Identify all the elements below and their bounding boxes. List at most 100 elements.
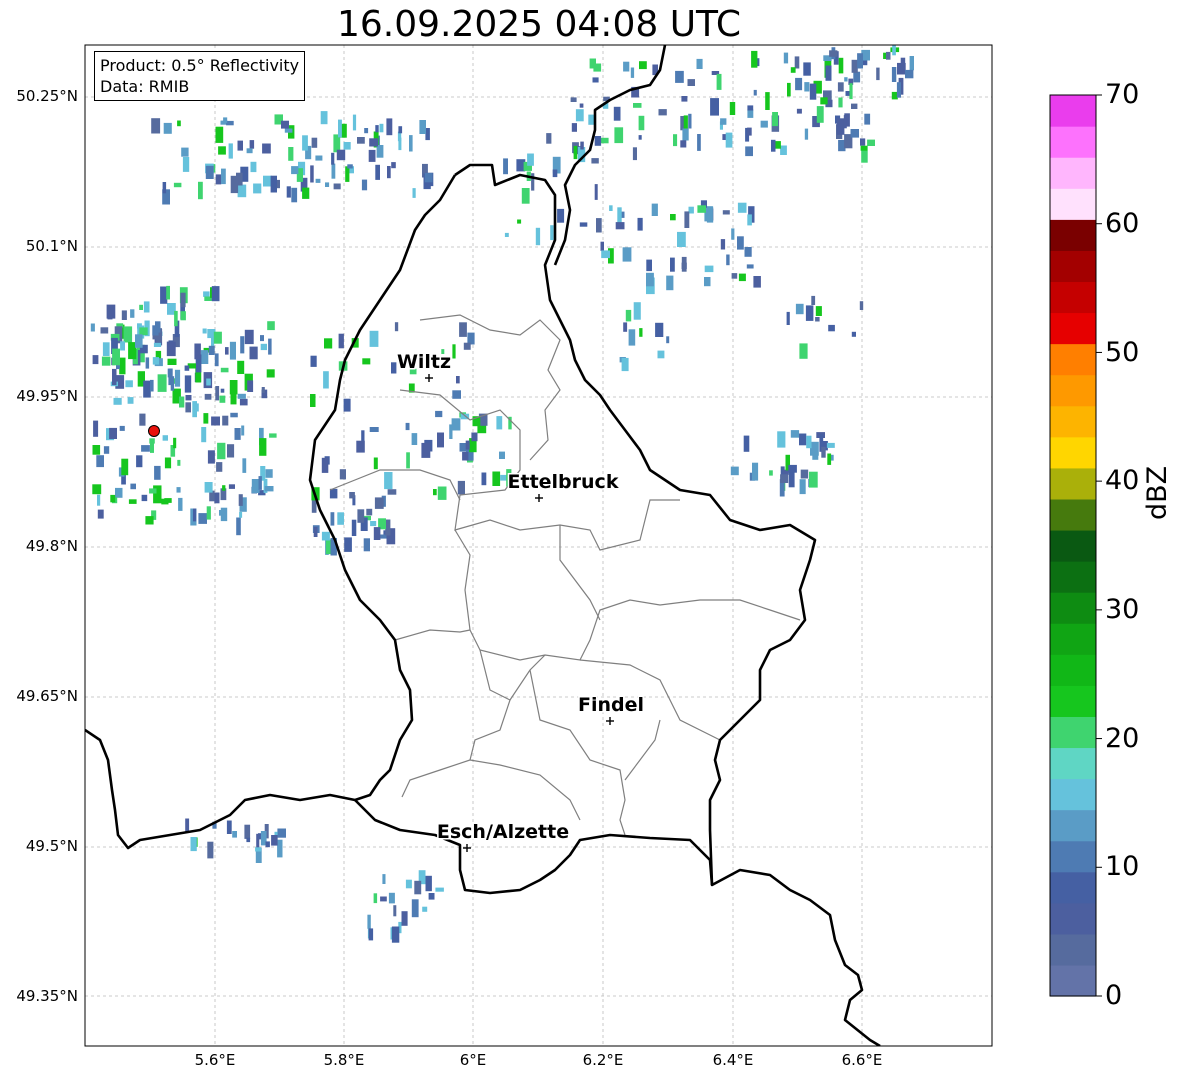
colorbar-tick: 50: [1105, 337, 1140, 368]
radar-echo-cell: [815, 306, 822, 316]
lat-tick: 50.25°N: [16, 87, 78, 105]
radar-echo-cell: [161, 498, 169, 505]
colorbar-step: [1050, 778, 1096, 811]
radar-echo-cell: [388, 892, 395, 904]
radar-echo-cell: [112, 348, 120, 366]
radar-echo-cell: [780, 474, 789, 483]
radar-echo-cell: [720, 118, 727, 125]
radar-echo-cell: [230, 386, 237, 405]
radar-echo-cell: [92, 445, 101, 455]
radar-echo-cell: [428, 893, 435, 900]
radar-echo-cell: [379, 123, 384, 133]
info-source: Data: RMIB: [100, 77, 190, 96]
radar-echo-cell: [630, 67, 635, 78]
radar-echo-cell: [214, 353, 219, 367]
radar-echo-cell: [376, 145, 384, 158]
radar-echo-cell: [857, 53, 863, 69]
radar-echo-cell: [592, 77, 599, 83]
radar-echo-cell: [182, 157, 190, 172]
radar-echo-cell: [311, 137, 318, 148]
radar-echo-cell: [780, 145, 787, 155]
radar-echo-cell: [258, 476, 262, 490]
radar-echo-cell: [851, 331, 856, 337]
radar-echo-cell: [178, 497, 183, 511]
radar-echo-cell: [481, 472, 487, 486]
radar-echo-cell: [805, 305, 814, 321]
radar-echo-cell: [827, 453, 832, 465]
radar-echo-cell: [744, 247, 752, 257]
radar-echo-cell: [262, 143, 271, 154]
radar-echo-cell: [204, 482, 213, 493]
radar-echo-cell: [141, 445, 150, 452]
colorbar-tick: 0: [1105, 980, 1123, 1011]
colorbar-step: [1050, 405, 1096, 438]
radar-echo-cell: [96, 455, 104, 468]
radar-echo-cell: [136, 455, 143, 468]
radar-echo-cell: [828, 324, 835, 332]
radar-echo-cell: [347, 164, 353, 169]
radar-echo-cell: [580, 141, 584, 150]
radar-echo-cell: [704, 265, 714, 273]
radar-echo-cell: [790, 430, 800, 438]
radar-echo-cell: [228, 484, 235, 489]
radar-echo-cell: [521, 188, 530, 204]
radar-echo-cell: [777, 431, 786, 448]
radar-echo-cell: [462, 451, 469, 461]
radar-echo-cell: [657, 350, 665, 359]
colorbar-step: [1050, 312, 1096, 345]
radar-echo-cell: [860, 145, 868, 151]
radar-echo-cell: [816, 106, 824, 123]
lat-tick: 50.1°N: [25, 237, 78, 255]
radar-echo-cell: [737, 236, 744, 250]
radar-echo-cell: [909, 56, 914, 71]
radar-echo-cell: [166, 285, 170, 300]
radar-echo-cell: [302, 187, 310, 199]
radar-echo-cell: [315, 155, 323, 161]
radar-echo-cell: [263, 175, 272, 187]
colorbar-tick: 40: [1105, 465, 1140, 496]
radar-echo-cell: [720, 239, 726, 250]
radar-echo-cell: [806, 435, 812, 449]
radar-echo-cell: [571, 123, 577, 132]
radar-echo-cell: [725, 132, 733, 148]
radar-echo-cell: [90, 323, 95, 332]
lon-tick: 5.6°E: [194, 1051, 236, 1069]
radar-echo-cell: [771, 139, 776, 152]
colorbar-step: [1050, 623, 1096, 655]
radar-echo-cell: [203, 291, 210, 297]
radar-echo-cell: [850, 129, 859, 138]
radar-echo-cell: [113, 397, 122, 405]
radar-echo-cell: [211, 416, 220, 426]
colorbar-step: [1050, 964, 1096, 997]
radar-echo-cell: [339, 469, 346, 480]
radar-echo-cell: [177, 120, 181, 127]
radar-echo-cell: [336, 149, 346, 161]
colorbar-step: [1050, 498, 1096, 531]
radar-echo-cell: [492, 471, 501, 486]
radar-echo-cell: [139, 304, 143, 310]
radar-echo-cell: [151, 118, 161, 134]
radar-echo-cell: [230, 175, 239, 194]
radar-echo-cell: [269, 433, 277, 438]
colorbar-step: [1050, 685, 1096, 717]
radar-echo-cell: [435, 887, 444, 892]
radar-echo-cell: [368, 928, 374, 941]
radar-echo-cell: [753, 89, 757, 96]
colorbar-step: [1050, 871, 1096, 904]
radar-echo-cell: [205, 165, 214, 179]
radar-echo-cell: [800, 469, 809, 479]
radar-echo-cell: [222, 415, 229, 426]
radar-echo-cell: [370, 521, 377, 527]
radar-echo-cell: [264, 486, 274, 492]
radar-echo-cell: [130, 309, 135, 318]
radar-echo-cell: [646, 259, 652, 272]
radar-echo-cell: [815, 317, 820, 322]
radar-echo-cell: [799, 479, 806, 495]
radar-echo-cell: [338, 119, 342, 138]
radar-echo-cell: [896, 82, 901, 98]
radar-echo-cell: [688, 113, 692, 129]
radar-echo-cell: [680, 140, 687, 148]
radar-echo-cell: [373, 527, 381, 540]
radar-echo-cell: [331, 152, 335, 165]
radar-echo-cell: [851, 59, 858, 73]
